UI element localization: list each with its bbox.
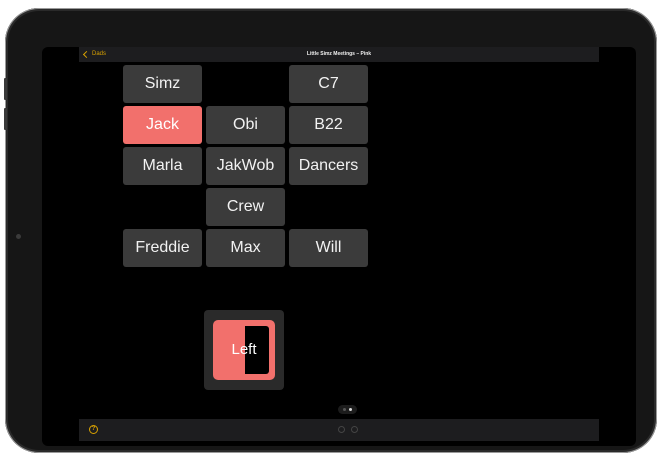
button-marla[interactable]: Marla [123,147,202,185]
toggle-panel: Left [204,310,284,390]
button-obi[interactable]: Obi [206,106,285,144]
bottom-toolbar: ? [79,419,599,441]
button-dancers[interactable]: Dancers [289,147,368,185]
question-circle-icon[interactable]: ? [89,425,98,434]
toolbar-dot-1[interactable] [338,426,345,433]
page-indicator[interactable] [338,405,357,414]
page-title: Little Simz Meetings – Pink [306,51,372,57]
toolbar-dot-2[interactable] [351,426,358,433]
app-screen: Dads Little Simz Meetings – Pink Simz C7… [42,47,636,446]
page-dot-2[interactable] [349,408,352,411]
button-max[interactable]: Max [206,229,285,267]
button-crew[interactable]: Crew [206,188,285,226]
navigation-bar: Dads Little Simz Meetings – Pink [79,47,599,62]
button-will[interactable]: Will [289,229,368,267]
volume-up-button [4,78,7,100]
button-freddie[interactable]: Freddie [123,229,202,267]
button-jakwob[interactable]: JakWob [206,147,285,185]
button-simz[interactable]: Simz [123,65,202,103]
toggle-label: Left [231,341,257,358]
button-c7[interactable]: C7 [289,65,368,103]
button-jack[interactable]: Jack [123,106,202,144]
page-dot-1[interactable] [343,408,346,411]
volume-down-button [4,108,7,130]
tablet-frame: Dads Little Simz Meetings – Pink Simz C7… [4,8,657,453]
front-camera [16,234,21,239]
button-b22[interactable]: B22 [289,106,368,144]
left-right-toggle[interactable]: Left [213,320,275,380]
